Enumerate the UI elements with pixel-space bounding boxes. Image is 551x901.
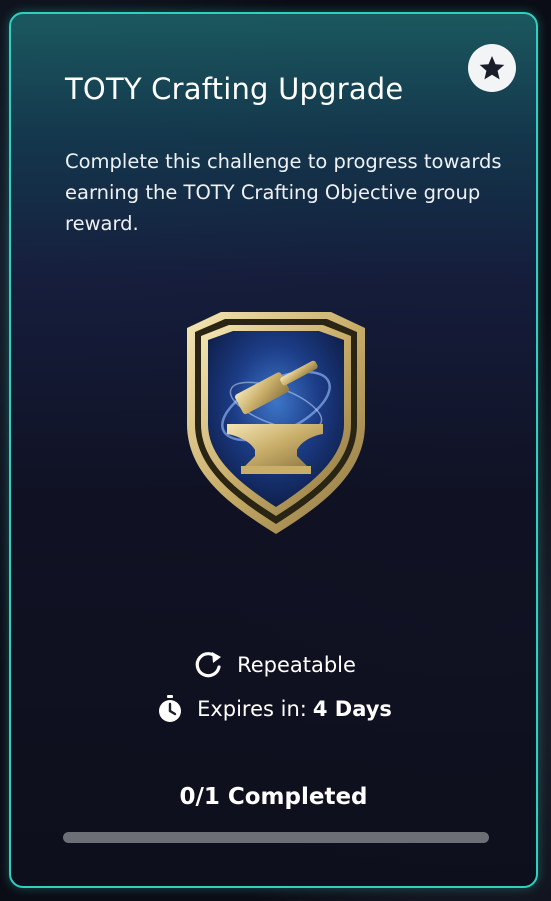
crafting-anvil-hammer-badge-icon — [181, 306, 371, 538]
star-icon[interactable] — [468, 44, 516, 92]
expiry-label: Expires in: — [197, 697, 307, 721]
progress-text: 0/1 Completed — [179, 784, 368, 810]
refresh-icon — [191, 648, 225, 682]
card-description: Complete this challenge to progress towa… — [65, 150, 502, 235]
objective-card[interactable]: TOTY Crafting Upgrade Complete this chal… — [9, 12, 538, 888]
progress-bar — [63, 832, 489, 843]
expiry-row: Expires in: 4 Days — [11, 694, 536, 724]
stopwatch-icon — [155, 694, 185, 724]
expiry-value: 4 Days — [312, 697, 392, 721]
card-title: TOTY Crafting Upgrade — [65, 72, 404, 106]
repeatable-row: Repeatable — [11, 648, 536, 682]
repeatable-label: Repeatable — [237, 653, 356, 677]
